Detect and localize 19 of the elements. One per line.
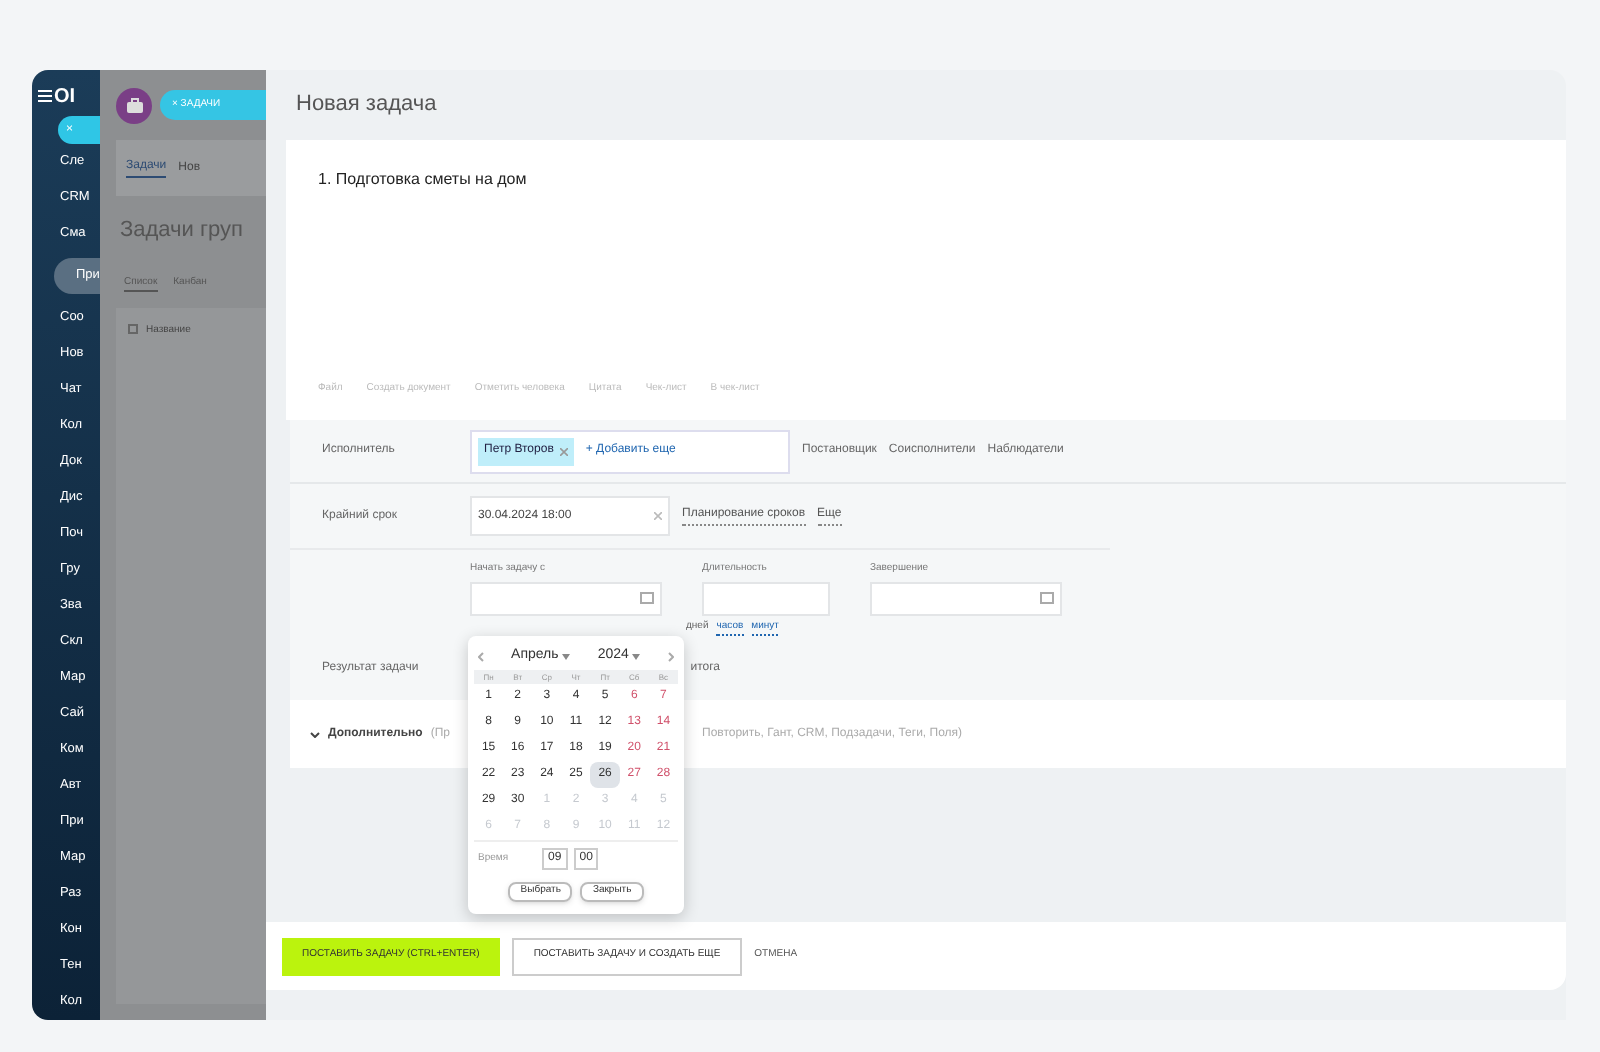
- briefcase-icon: [116, 87, 152, 123]
- checkbox[interactable]: [128, 324, 138, 334]
- chevron-down-icon[interactable]: [310, 731, 320, 737]
- page-title: Задачи груп: [120, 216, 245, 246]
- remove-icon[interactable]: [559, 447, 568, 455]
- caret-icon: [632, 653, 641, 659]
- task-description: 1. Подготовка сметы на дом: [316, 168, 529, 192]
- calendar-icon: [640, 592, 654, 604]
- date-field[interactable]: [702, 581, 830, 615]
- next-month-icon[interactable]: [667, 651, 674, 661]
- previous-month-icon[interactable]: [478, 651, 484, 661]
- date-field[interactable]: [870, 581, 1062, 615]
- logo: OI: [54, 83, 76, 111]
- caret-icon: [562, 653, 571, 659]
- menu-icon[interactable]: [38, 90, 52, 102]
- calendar-icon: [1040, 592, 1054, 604]
- date-field[interactable]: [470, 581, 662, 615]
- panel-title: Новая задача: [294, 90, 439, 121]
- clear-icon[interactable]: [654, 512, 662, 520]
